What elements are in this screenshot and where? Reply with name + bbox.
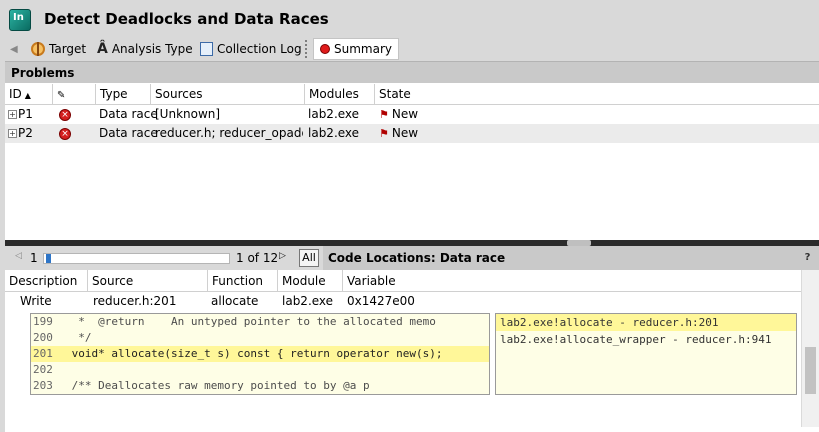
- line-number: 200: [33, 331, 53, 344]
- column-header-function[interactable]: Function: [208, 270, 278, 292]
- code-text: */: [65, 331, 92, 344]
- column-header-state[interactable]: State: [375, 84, 819, 105]
- table-row[interactable]: + P1 × Data race [Unknown] lab2.exe ⚑ New: [5, 105, 819, 124]
- target-button[interactable]: Target: [31, 40, 86, 58]
- code-line: 203 /** Deallocates raw memory pointed t…: [31, 378, 489, 394]
- column-header-module[interactable]: Module: [278, 270, 343, 292]
- occurrence-slider[interactable]: [43, 253, 230, 264]
- occurrence-navigator: ◁ 1 1 of 12 ▷ All Code Locations: Data r…: [5, 246, 819, 270]
- location-description: Write: [20, 294, 52, 308]
- code-locations-table-header: Description Source Function Module Varia…: [5, 270, 801, 292]
- column-header-id[interactable]: ID ▲: [5, 84, 53, 105]
- code-locations-title: Code Locations: Data race: [328, 251, 506, 265]
- location-variable: 0x1427e00: [347, 294, 415, 308]
- problems-table: ID ▲ ✎ Type Sources Modules State + P1 × D…: [5, 84, 819, 143]
- target-label: Target: [49, 42, 87, 56]
- problems-title: Problems: [11, 66, 75, 80]
- code-line: 199 * @return An untyped pointer to the …: [31, 314, 489, 330]
- column-header-occurrence[interactable]: ✎: [53, 84, 96, 105]
- column-header-description[interactable]: Description: [5, 270, 88, 292]
- problem-modules: lab2.exe: [308, 107, 360, 121]
- error-icon: ×: [59, 127, 71, 140]
- occurrence-count: 1 of 12: [236, 251, 279, 265]
- problem-state: New: [391, 126, 419, 140]
- problem-type: Data race: [99, 126, 158, 140]
- problem-sources: [Unknown]: [155, 107, 221, 121]
- column-header-source[interactable]: Source: [88, 270, 208, 292]
- stack-frame[interactable]: lab2.exe!allocate_wrapper - reducer.h:94…: [496, 331, 796, 348]
- analysis-type-icon: Â: [97, 41, 108, 57]
- target-icon: [31, 42, 45, 56]
- analysis-type-label: Analysis Type: [111, 42, 193, 56]
- stack-frame[interactable]: lab2.exe!allocate - reducer.h:201: [496, 314, 796, 331]
- toolbar-scroll-left-icon[interactable]: ◀: [10, 40, 18, 58]
- line-number: 202: [33, 363, 53, 376]
- problem-type: Data race: [99, 107, 158, 121]
- vertical-scrollbar[interactable]: [801, 270, 819, 427]
- code-locations-table: Description Source Function Module Varia…: [5, 270, 801, 311]
- next-occurrence-icon[interactable]: ▷: [279, 251, 286, 261]
- collection-log-label: Collection Log: [217, 42, 302, 56]
- column-header-modules[interactable]: Modules: [305, 84, 375, 105]
- table-row[interactable]: +P2 × Data race reducer.h; reducer_opadd…: [5, 124, 819, 143]
- state-flag-icon: ⚑: [379, 127, 389, 140]
- sort-asc-icon: ▲: [24, 91, 31, 100]
- collection-log-icon: [200, 42, 213, 56]
- table-row[interactable]: Write reducer.h:201 allocate lab2.exe 0x…: [5, 292, 801, 311]
- location-module: lab2.exe: [282, 294, 334, 308]
- problem-modules: lab2.exe: [308, 126, 360, 140]
- analysis-type-button[interactable]: Â Analysis Type: [97, 40, 193, 58]
- column-header-sources[interactable]: Sources: [151, 84, 305, 105]
- code-line: 202: [31, 362, 489, 378]
- location-source: reducer.h:201: [93, 294, 177, 308]
- toolbar-grip[interactable]: [304, 39, 308, 59]
- code-locations-header: Code Locations: Data race ?: [323, 246, 819, 270]
- source-code-pane[interactable]: 199 * @return An untyped pointer to the …: [30, 313, 490, 395]
- problem-id: P2: [18, 126, 33, 140]
- scrollbar-thumb[interactable]: [805, 347, 816, 394]
- window-title: Detect Deadlocks and Data Races: [44, 10, 329, 28]
- code-text: void* allocate(size_t s) const { return …: [65, 347, 443, 360]
- current-occurrence: 1: [30, 251, 38, 265]
- location-function: allocate: [211, 294, 259, 308]
- column-header-type[interactable]: Type: [96, 84, 151, 105]
- expand-icon[interactable]: +: [8, 110, 17, 119]
- inspector-app-icon: In: [9, 9, 31, 31]
- state-flag-icon: ⚑: [379, 108, 389, 121]
- summary-tab[interactable]: Summary: [313, 38, 399, 60]
- occurrence-icon: ✎: [57, 90, 66, 101]
- occurrence-slider-thumb[interactable]: [46, 254, 51, 263]
- problem-sources: reducer.h; reducer_opadd.h: [155, 126, 303, 140]
- problem-id: P1: [18, 107, 33, 121]
- line-number: 203: [33, 379, 53, 392]
- problem-state: New: [391, 107, 419, 121]
- analysis-toolbar: ◀ Target Â Analysis Type Collection Log …: [0, 37, 819, 61]
- line-number: 199: [33, 315, 53, 328]
- line-number: 201: [33, 347, 53, 360]
- code-text: * @return An untyped pointer to the allo…: [65, 315, 436, 328]
- call-stack-pane[interactable]: lab2.exe!allocate - reducer.h:201 lab2.e…: [495, 313, 797, 395]
- problems-header: Problems: [5, 61, 819, 83]
- show-all-button[interactable]: All: [299, 249, 319, 267]
- previous-occurrence-icon[interactable]: ◁: [15, 251, 22, 261]
- expand-icon[interactable]: +: [8, 129, 17, 138]
- error-icon: ×: [59, 108, 71, 121]
- code-line: 200 */: [31, 330, 489, 346]
- code-text: /** Deallocates raw memory pointed to by…: [65, 379, 370, 392]
- code-line-highlighted: 201 void* allocate(size_t s) const { ret…: [31, 346, 489, 362]
- problems-table-header: ID ▲ ✎ Type Sources Modules State: [5, 84, 819, 105]
- title-bar: In Detect Deadlocks and Data Races: [0, 0, 819, 37]
- help-icon[interactable]: ?: [802, 251, 813, 264]
- problems-empty-area: [5, 143, 819, 240]
- collection-log-button[interactable]: Collection Log: [200, 40, 302, 58]
- summary-label: Summary: [334, 42, 392, 56]
- summary-icon: [320, 44, 330, 54]
- column-header-variable[interactable]: Variable: [343, 270, 801, 292]
